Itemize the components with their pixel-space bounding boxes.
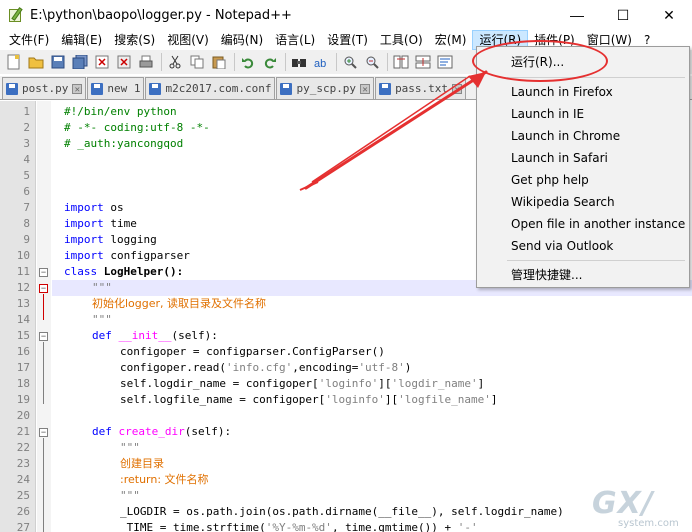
watermark-domain: system.com xyxy=(618,518,679,529)
watermark-logo: GX/ xyxy=(592,486,654,521)
site-watermark: GX/ system.com xyxy=(592,486,692,532)
annotation-arrow xyxy=(299,70,488,191)
